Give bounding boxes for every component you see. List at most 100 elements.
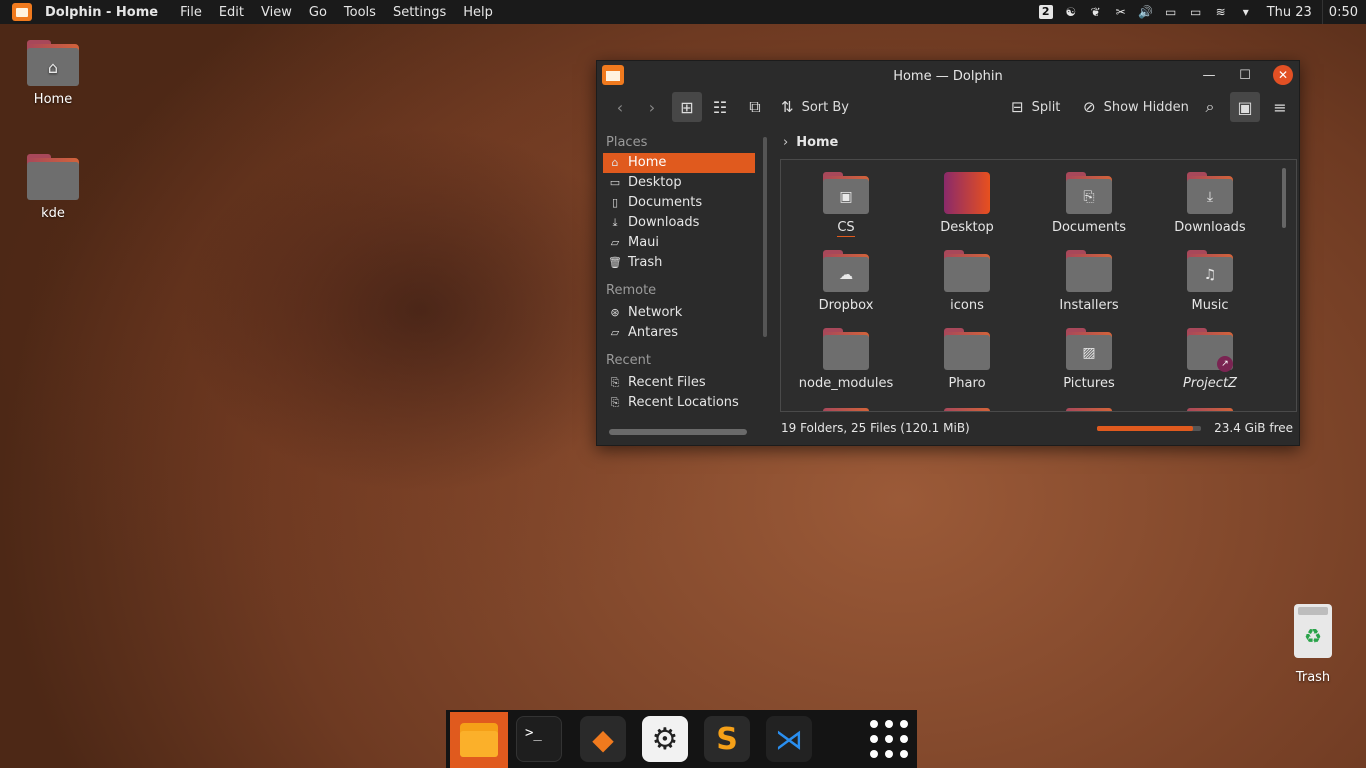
sort-icon: ⇅: [781, 98, 794, 116]
menu-help[interactable]: Help: [463, 5, 493, 20]
folder-icon: [944, 250, 990, 292]
place-desktop[interactable]: ▭ Desktop: [603, 173, 755, 193]
preview-button[interactable]: ▣: [1230, 92, 1260, 122]
place-maui[interactable]: ▱ Maui: [603, 233, 755, 253]
menu-file[interactable]: File: [180, 5, 202, 20]
menu-go[interactable]: Go: [309, 5, 327, 20]
scissors-icon[interactable]: ✂: [1113, 5, 1129, 19]
recent-files-icon: ⎘: [610, 376, 620, 389]
file-item-downloads[interactable]: ⤓ Downloads: [1155, 172, 1265, 235]
partial-folder-icon: [1066, 408, 1112, 411]
clock-day[interactable]: Thu 23: [1267, 5, 1312, 20]
menu-view[interactable]: View: [261, 5, 292, 20]
show-hidden-button[interactable]: ⊘ Show Hidden: [1083, 92, 1189, 122]
wifi-icon[interactable]: ≋: [1213, 5, 1229, 19]
file-item-cs[interactable]: ▣ CS: [791, 172, 901, 237]
file-item-documents[interactable]: ⎘ Documents: [1034, 172, 1144, 235]
place-home[interactable]: ⌂ Home: [603, 153, 755, 173]
file-item-installers[interactable]: Installers: [1034, 250, 1144, 313]
forward-button[interactable]: ›: [637, 92, 667, 122]
place-recent-locations[interactable]: ⎘ Recent Locations: [603, 393, 755, 413]
compact-view-button[interactable]: ☷: [705, 92, 735, 122]
system-tray: 2 ☯ ❦ ✂ 🔊 ▭ ▭ ≋ ▾ Thu 23 0:50: [1038, 0, 1366, 24]
sort-by-button[interactable]: ⇅ Sort By: [781, 92, 849, 122]
folder-icon: [27, 154, 79, 200]
search-button[interactable]: ⌕: [1195, 92, 1225, 122]
place-label: Antares: [628, 325, 679, 340]
downloads-folder-icon: ⤓: [1187, 172, 1233, 214]
breadcrumb-home[interactable]: Home: [796, 135, 838, 150]
file-item-dropbox[interactable]: ☁ Dropbox: [791, 250, 901, 313]
details-view-button[interactable]: ⧉: [740, 92, 770, 122]
place-label: Downloads: [628, 215, 700, 230]
place-documents[interactable]: ▯ Documents: [603, 193, 755, 213]
partial-folder-icon: [944, 408, 990, 411]
remote-header: Remote: [606, 283, 657, 298]
recent-locations-icon: ⎘: [610, 396, 620, 409]
workspace-indicator[interactable]: 2: [1038, 5, 1054, 19]
window-app-icon[interactable]: [602, 65, 624, 85]
tray-separator: [1321, 0, 1323, 24]
close-button[interactable]: ✕: [1273, 65, 1293, 85]
chevron-down-icon[interactable]: ▾: [1238, 5, 1254, 19]
chevron-right-icon: ›: [783, 134, 789, 150]
sort-by-label: Sort By: [801, 99, 849, 115]
file-name: Dropbox: [818, 298, 874, 313]
sublime-icon[interactable]: S: [704, 716, 750, 762]
disk-usage-fill: [1097, 426, 1193, 431]
desktop-icon-label: Home: [33, 92, 73, 107]
dolphin-app-icon[interactable]: [12, 3, 32, 21]
recycle-bin-icon: ♻: [1294, 604, 1332, 658]
place-antares[interactable]: ▱ Antares: [603, 323, 755, 343]
file-item-music[interactable]: ♫ Music: [1155, 250, 1265, 313]
music-folder-icon: ♫: [1187, 250, 1233, 292]
clock-time[interactable]: 0:50: [1329, 5, 1358, 20]
battery-icon[interactable]: ▭: [1163, 5, 1179, 19]
place-recent-files[interactable]: ⎘ Recent Files: [603, 373, 755, 393]
places-horizontal-scrollbar[interactable]: [609, 429, 747, 435]
yin-yang-icon[interactable]: ☯: [1063, 5, 1079, 19]
battery-2-icon[interactable]: ▭: [1188, 5, 1204, 19]
place-label: Documents: [628, 195, 703, 210]
minimize-button[interactable]: —: [1199, 65, 1219, 85]
file-item-desktop[interactable]: Desktop: [912, 172, 1022, 235]
desktop-icon-kde[interactable]: kde: [13, 154, 93, 221]
free-space-text: 23.4 GiB free: [1214, 421, 1293, 435]
window-titlebar[interactable]: Home — Dolphin — ☐ ✕: [597, 61, 1299, 91]
folder-icon: [823, 328, 869, 370]
leaf-icon[interactable]: ❦: [1088, 5, 1104, 19]
terminal-icon[interactable]: >_: [516, 716, 562, 762]
file-view-scrollbar[interactable]: [1282, 168, 1286, 228]
file-item-projectz[interactable]: ↗ ProjectZ: [1155, 328, 1265, 391]
place-network[interactable]: ⊛ Network: [603, 303, 755, 323]
file-item-node-modules[interactable]: node_modules: [791, 328, 901, 391]
cloud-folder-icon: ☁: [823, 250, 869, 292]
gitkraken-icon[interactable]: ◆: [580, 716, 626, 762]
menu-settings[interactable]: Settings: [393, 5, 446, 20]
file-item-pharo[interactable]: Pharo: [912, 328, 1022, 391]
recent-header: Recent: [606, 353, 651, 368]
hamburger-menu-button[interactable]: ≡: [1265, 92, 1295, 122]
split-button[interactable]: ⊟ Split: [1011, 92, 1060, 122]
settings-icon[interactable]: ⚙: [642, 716, 688, 762]
maximize-button[interactable]: ☐: [1235, 65, 1255, 85]
desktop-icon: ▭: [609, 176, 621, 189]
file-view: ▣ CS Desktop ⎘ Documents ⤓ Downloads ☁ D…: [780, 159, 1297, 412]
icons-view-button[interactable]: ⊞: [672, 92, 702, 122]
places-panel: Places ⌂ Home ▭ Desktop ▯ Documents ⤓ Downlo…: [603, 131, 755, 413]
desktop-icon-trash[interactable]: ♻ Trash: [1284, 604, 1342, 685]
volume-icon[interactable]: 🔊: [1138, 5, 1154, 19]
breadcrumb[interactable]: › Home: [783, 131, 838, 153]
file-item-pictures[interactable]: ▨ Pictures: [1034, 328, 1144, 391]
desktop-icon-home[interactable]: ⌂ Home: [13, 40, 93, 107]
back-button[interactable]: ‹: [605, 92, 635, 122]
place-downloads[interactable]: ⤓ Downloads: [603, 213, 755, 233]
menu-tools[interactable]: Tools: [344, 5, 376, 20]
files-icon[interactable]: [450, 712, 508, 768]
vscode-icon[interactable]: ⋊: [766, 716, 812, 762]
places-scrollbar[interactable]: [763, 137, 767, 337]
app-grid-icon[interactable]: [866, 716, 912, 762]
menu-edit[interactable]: Edit: [219, 5, 244, 20]
place-trash[interactable]: 🗑 Trash: [603, 253, 755, 273]
file-item-icons[interactable]: icons: [912, 250, 1022, 313]
